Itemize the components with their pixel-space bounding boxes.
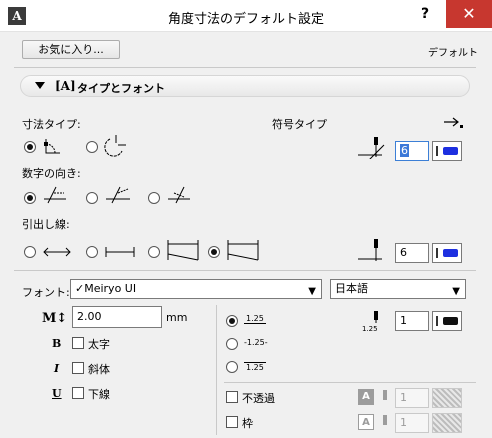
marker-size-field[interactable]: 6 — [395, 141, 429, 161]
italic-checkbox[interactable] — [72, 362, 84, 374]
text-orient-2-icon — [106, 186, 130, 204]
text-orient-3-icon — [168, 186, 190, 204]
dim-type-label: 寸法タイプ: — [22, 118, 81, 131]
opaque-label: 不透過 — [242, 392, 275, 405]
text-orient-label: 数字の向き: — [22, 167, 81, 180]
close-button[interactable]: ✕ — [446, 0, 492, 28]
pen-color-swatch — [443, 249, 458, 257]
divider — [14, 67, 476, 68]
witness-opt3-radio[interactable] — [148, 246, 160, 258]
italic-label: 斜体 — [88, 363, 110, 376]
witness-opt1-radio[interactable] — [24, 246, 36, 258]
font-dropdown[interactable]: ✓Meiryo UI ▼ — [70, 279, 322, 299]
divider — [224, 382, 476, 383]
witness-opt2-radio[interactable] — [86, 246, 98, 258]
font-size-field[interactable]: 2.00 — [72, 306, 162, 328]
bold-icon: B — [52, 337, 62, 350]
text-pen-selector[interactable] — [432, 311, 462, 331]
bold-checkbox[interactable] — [72, 337, 84, 349]
opaque-checkbox[interactable] — [226, 391, 238, 403]
divider — [14, 270, 476, 271]
opaque-fill-pattern — [432, 388, 462, 408]
bold-label: 太字 — [88, 338, 110, 351]
chevron-down-icon: ▼ — [452, 286, 460, 297]
witness-pen-selector[interactable] — [432, 243, 462, 263]
number-format-opt3-radio[interactable] — [226, 361, 238, 373]
witness-gap-icon — [358, 239, 382, 261]
default-label: デフォルト — [428, 48, 478, 59]
number-format-opt1-label: 1.25 — [244, 314, 266, 324]
witness-label: 引出し線: — [22, 218, 70, 231]
fill-pen-icon: A — [358, 389, 374, 405]
size-unit-label: mm — [166, 311, 188, 324]
marker-pen-selector[interactable] — [432, 141, 462, 161]
frame-pen-icon: A — [358, 414, 374, 430]
number-format-opt2-radio[interactable] — [226, 338, 238, 350]
witness-long-icon — [167, 240, 199, 261]
favorites-button[interactable]: お気に入り... — [22, 40, 120, 59]
dim-type-linear-radio[interactable] — [24, 141, 36, 153]
frame-label: 枠 — [242, 417, 253, 430]
text-orient-opt1-radio[interactable] — [24, 192, 36, 204]
divider — [216, 305, 217, 435]
marker-type-label: 符号タイプ — [272, 118, 327, 131]
italic-icon: I — [54, 362, 60, 375]
pen-color-swatch — [443, 317, 458, 325]
number-format-opt3-label: 1.25 — [244, 362, 266, 372]
frame-checkbox[interactable] — [226, 416, 238, 428]
text-pen-icon: 1.25 — [362, 311, 378, 333]
chevron-down-icon: ▼ — [308, 286, 316, 297]
text-orient-opt2-radio[interactable] — [86, 192, 98, 204]
title-bar: A 角度寸法のデフォルト設定 ? ✕ — [0, 0, 492, 32]
svg-text:1.25: 1.25 — [362, 325, 378, 333]
witness-short-icon — [105, 247, 135, 257]
text-orient-opt3-radio[interactable] — [148, 192, 160, 204]
marker-preview-icon — [358, 137, 385, 159]
angle-dim-linear-icon — [44, 139, 60, 154]
witness-size-field[interactable]: 6 — [395, 243, 429, 263]
dim-type-arc-radio[interactable] — [86, 141, 98, 153]
font-label: フォント: — [22, 286, 70, 299]
frame-pen-stylus-icon — [383, 415, 387, 425]
font-script-dropdown[interactable]: 日本語 ▼ — [330, 279, 466, 299]
text-orient-1-icon — [44, 186, 66, 204]
underline-label: 下線 — [88, 388, 110, 401]
frame-fill-pattern — [432, 413, 462, 433]
marker-type-arrow-icon[interactable] — [442, 115, 464, 129]
dialog-body: お気に入り... デフォルト [A] タイプとフォント 寸法タイプ: 符号タイプ… — [8, 33, 484, 438]
frame-pen-field: 1 — [395, 413, 429, 433]
underline-checkbox[interactable] — [72, 387, 84, 399]
witness-opt4-radio[interactable] — [208, 246, 220, 258]
text-style-icon: [A] — [55, 79, 76, 93]
witness-none-icon — [43, 247, 71, 257]
number-format-opt2-label: -1.25- — [244, 338, 268, 347]
pen-color-swatch — [443, 147, 458, 155]
number-format-opt1-radio[interactable] — [226, 315, 238, 327]
collapse-triangle-icon[interactable] — [35, 82, 45, 89]
help-button[interactable]: ? — [410, 3, 440, 27]
fill-pen-stylus-icon — [383, 390, 387, 400]
opaque-pen-field: 1 — [395, 388, 429, 408]
underline-icon: U — [52, 387, 62, 400]
angle-dim-arc-icon — [104, 135, 126, 157]
text-size-icon: M↕ — [42, 311, 68, 326]
section-header-type-font[interactable]: [A] タイプとフォント — [20, 75, 470, 97]
text-pen-number-field[interactable]: 1 — [395, 311, 429, 331]
section-title: タイプとフォント — [77, 82, 165, 95]
witness-custom-icon — [227, 240, 259, 261]
